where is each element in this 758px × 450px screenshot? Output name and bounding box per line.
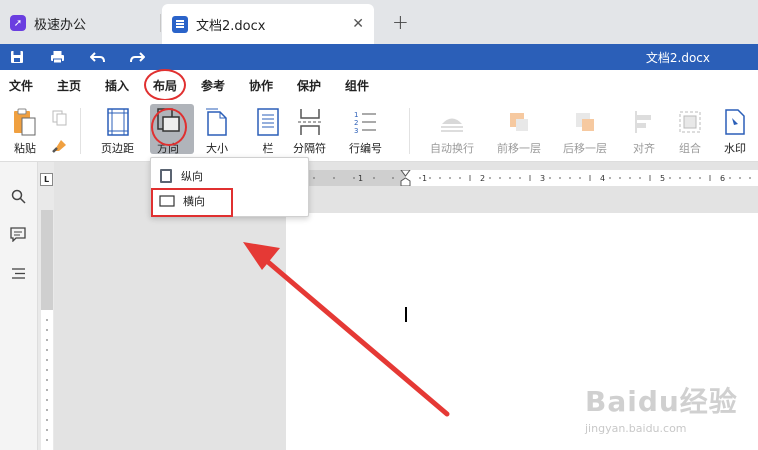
left-sidebar (0, 162, 38, 450)
breaks-button[interactable]: 分隔符 (293, 108, 326, 156)
tab-divider (160, 14, 161, 32)
portrait-option[interactable]: 纵向 (151, 164, 308, 188)
portrait-icon (160, 169, 172, 183)
menu-protect[interactable]: 保护 (297, 77, 321, 94)
search-icon[interactable] (9, 187, 27, 205)
clipboard-icon (11, 108, 39, 136)
quick-access-bar: 文档2.docx (0, 44, 758, 70)
page-break-icon (296, 108, 324, 136)
menu-home[interactable]: 主页 (57, 77, 81, 94)
print-icon[interactable] (49, 49, 65, 65)
menu-insert[interactable]: 插入 (105, 77, 129, 94)
size-button[interactable]: 大小 (203, 108, 231, 156)
landscape-highlight-box (151, 188, 233, 217)
ribbon: 粘贴 页边距 栏 大小 分隔符 123 行编号 自动换行 前移一层 后移一层 对… (0, 100, 758, 162)
svg-text:2: 2 (354, 119, 358, 127)
horizontal-ruler: 1 1 2 3 4 5 6 (286, 169, 758, 187)
ribbon-separator (409, 108, 410, 154)
ruler-number: 1 (422, 174, 427, 183)
copy-icon[interactable] (52, 110, 68, 129)
tab-label: 文档2.docx (196, 18, 266, 34)
ruler-number: 3 (540, 174, 545, 183)
text-wrap-icon (438, 108, 466, 136)
bring-forward-button[interactable]: 前移一层 (497, 108, 541, 156)
redo-icon[interactable] (129, 49, 145, 65)
tab-document[interactable]: 文档2.docx ✕ (162, 4, 374, 44)
text-cursor (405, 307, 407, 322)
line-numbers-icon: 123 (352, 108, 380, 136)
tab-home[interactable]: ➚ 极速办公 (0, 6, 158, 40)
send-backward-button[interactable]: 后移一层 (563, 108, 607, 156)
ruler-number: 4 (600, 174, 605, 183)
orientation-highlight-circle (151, 108, 187, 146)
undo-icon[interactable] (89, 49, 105, 65)
margins-icon (104, 108, 132, 136)
format-painter-icon[interactable] (51, 138, 69, 157)
columns-button[interactable]: 栏 (254, 108, 282, 156)
navigation-icon[interactable] (9, 264, 27, 282)
paste-button[interactable]: 粘贴 (11, 108, 39, 156)
comment-icon[interactable] (9, 225, 27, 243)
columns-icon (254, 108, 282, 136)
margins-button[interactable]: 页边距 (101, 108, 134, 156)
line-numbers-button[interactable]: 123 行编号 (349, 108, 382, 156)
align-icon (630, 108, 658, 136)
watermark-logo: Baidu经验 jingyan.baidu.com (585, 385, 738, 435)
menu-collaborate[interactable]: 协作 (249, 77, 273, 94)
group-icon (676, 108, 704, 136)
tab-stop-selector[interactable]: L (40, 173, 53, 186)
watermark-button[interactable]: 水印 (721, 108, 749, 156)
bring-forward-icon (505, 108, 533, 136)
send-backward-icon (571, 108, 599, 136)
ruler-number: 2 (480, 174, 485, 183)
close-icon[interactable]: ✕ (352, 16, 364, 32)
save-icon[interactable] (9, 49, 25, 65)
ruler-number: 6 (720, 174, 725, 183)
ruler-number: 5 (660, 174, 665, 183)
ruler-number: 1 (358, 174, 363, 183)
menu-references[interactable]: 参考 (201, 77, 225, 94)
watermark-icon (721, 108, 749, 136)
page-size-icon (203, 108, 231, 136)
vertical-ruler-margin (41, 210, 53, 310)
align-button[interactable]: 对齐 (630, 108, 658, 156)
rocket-icon: ➚ (10, 15, 26, 31)
document-title: 文档2.docx (645, 51, 710, 65)
menu-components[interactable]: 组件 (345, 77, 369, 94)
svg-text:3: 3 (354, 127, 358, 135)
wrap-button[interactable]: 自动换行 (430, 108, 474, 156)
ribbon-separator (80, 108, 81, 154)
group-button[interactable]: 组合 (676, 108, 704, 156)
svg-text:1: 1 (354, 111, 358, 119)
tab-bar: ➚ 极速办公 文档2.docx ✕ + (0, 0, 758, 44)
add-tab-button[interactable]: + (392, 10, 409, 34)
document-icon (172, 15, 188, 33)
layout-highlight-circle (144, 69, 186, 101)
tab-label: 极速办公 (34, 17, 87, 33)
menu-bar: 文件 主页 插入 布局 参考 协作 保护 组件 (0, 70, 758, 100)
menu-file[interactable]: 文件 (9, 77, 33, 94)
